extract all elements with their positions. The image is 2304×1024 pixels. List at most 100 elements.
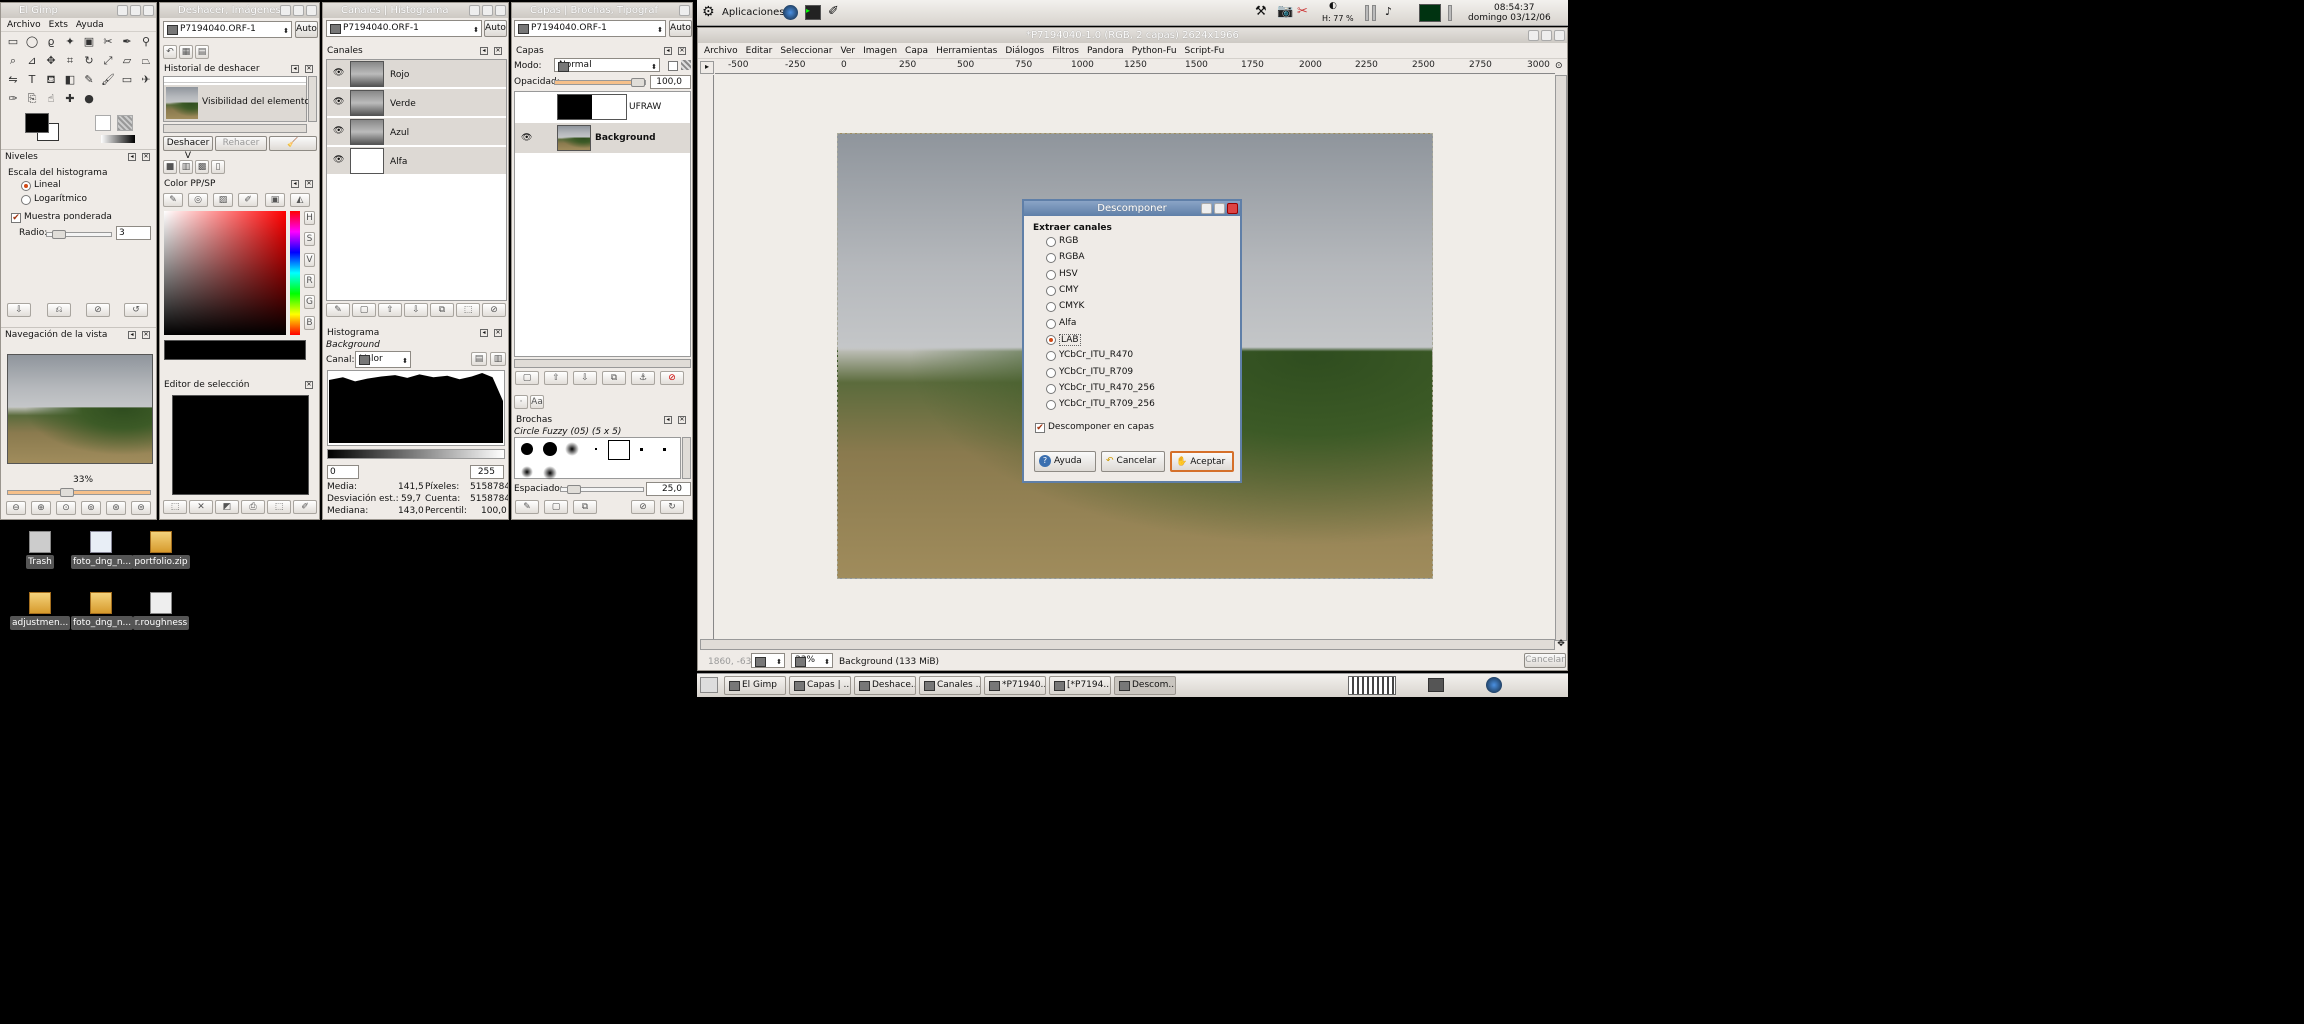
layers-image-select[interactable]: P7194040.ORF-1 ⬍ — [514, 20, 666, 37]
channels-auto-button[interactable]: Auto — [484, 20, 507, 37]
linear-histogram-icon[interactable]: ▤ — [471, 352, 487, 366]
scale-selector-icon[interactable]: ✎ — [163, 193, 183, 207]
channel-h-button[interactable]: H — [304, 211, 315, 225]
tab-images-icon[interactable]: ▦ — [179, 45, 193, 59]
opacity-slider[interactable] — [554, 78, 646, 87]
duplicate-channel-icon[interactable]: ⧉ — [430, 303, 454, 317]
heal-icon[interactable]: ✚ — [62, 91, 78, 107]
panel-menu-icon[interactable]: ◂ — [128, 153, 136, 161]
rotate-icon[interactable]: ↻ — [81, 53, 97, 69]
foot-menu-icon[interactable]: ⚙ — [702, 4, 715, 20]
ok-button[interactable]: ✋ Aceptar — [1170, 451, 1234, 472]
text-icon[interactable]: T — [24, 72, 40, 88]
vertical-scrollbar[interactable] — [1555, 75, 1567, 641]
close-button[interactable] — [679, 5, 690, 16]
undo-button[interactable]: Deshacer V — [163, 136, 213, 161]
task-deshacer[interactable]: Deshace... — [854, 676, 916, 695]
menu-ver[interactable]: Ver — [840, 43, 855, 58]
channels-image-select[interactable]: P7194040.ORF-1 ⬍ — [326, 20, 482, 37]
weighted-checkbox[interactable]: ✔ — [11, 213, 21, 223]
shear-icon[interactable]: ▱ — [119, 53, 135, 69]
flip-icon[interactable]: ⇋ — [5, 72, 21, 88]
edit-brush-icon[interactable]: ✎ — [515, 500, 539, 514]
volume-icon[interactable]: ♪ — [1385, 5, 1392, 18]
maximize-button[interactable] — [130, 5, 141, 16]
option-ycbcr709-radio[interactable] — [1046, 368, 1056, 378]
mode-select[interactable]: Normal ⬍ — [554, 58, 660, 72]
refresh-brush-icon[interactable]: ↻ — [660, 500, 684, 514]
channel-v-button[interactable]: V — [304, 253, 315, 267]
cmyk-selector-icon[interactable]: ▨ — [213, 193, 233, 207]
brush-selected[interactable] — [608, 440, 630, 460]
channel-row[interactable]: 👁 Verde — [327, 89, 506, 117]
minimize-button[interactable] — [117, 5, 128, 16]
menu-herramientas[interactable]: Herramientas — [936, 43, 997, 58]
select-all-icon[interactable]: ⬚ — [163, 500, 187, 514]
panel-close-icon[interactable]: ✕ — [494, 47, 502, 55]
option-cmyk-radio[interactable] — [1046, 302, 1056, 312]
undo-image-select[interactable]: P7194040.ORF-1 ⬍ — [163, 21, 292, 38]
cancel-button[interactable]: ↶ Cancelar — [1101, 451, 1165, 472]
scales-selector-icon[interactable]: ▣ — [265, 193, 285, 207]
eraser-icon[interactable]: ▭ — [119, 72, 135, 88]
show-desktop-icon[interactable] — [700, 677, 718, 693]
zoom-window-icon[interactable]: ⊜ — [131, 501, 151, 515]
zoom-in-icon[interactable]: ⊕ — [31, 501, 51, 515]
image-titlebar[interactable]: *P7194040-1.0 (RGB, 2 capas) 2624x1966 — [698, 28, 1567, 43]
delete-channel-icon[interactable]: ⊘ — [482, 303, 506, 317]
unit-select[interactable]: px ⬍ — [751, 653, 785, 668]
tab-notes-icon[interactable]: ▯ — [211, 160, 225, 174]
spacing-slider[interactable] — [560, 485, 644, 494]
menu-capa[interactable]: Capa — [905, 43, 928, 58]
brush-dot[interactable] — [595, 448, 597, 450]
triangle-selector-icon[interactable]: ◭ — [290, 193, 310, 207]
desktop-icon-archive[interactable]: adjustmen... — [10, 592, 71, 630]
menu-archivo[interactable]: Archivo — [704, 43, 738, 58]
foreground-color-swatch[interactable] — [25, 113, 49, 133]
channel-row[interactable]: 👁 Alfa — [327, 147, 506, 175]
delete-brush-icon[interactable]: ⊘ — [631, 500, 655, 514]
menu-filtros[interactable]: Filtros — [1052, 43, 1079, 58]
tool-icon[interactable]: ⚒ — [1255, 4, 1267, 19]
close-button[interactable] — [1227, 203, 1238, 214]
task-canales[interactable]: Canales ... — [919, 676, 981, 695]
menu-pandora[interactable]: Pandora — [1087, 43, 1124, 58]
brush-fuzzy[interactable] — [543, 466, 557, 480]
restore-icon[interactable]: ⎌ — [47, 303, 71, 317]
pattern-preview[interactable] — [117, 115, 133, 131]
dialog-titlebar[interactable]: Descomponer — [1024, 201, 1240, 216]
panel-menu-icon[interactable]: ◂ — [480, 47, 488, 55]
lower-layer-icon[interactable]: ⇩ — [573, 371, 597, 385]
channels-titlebar[interactable]: Canales | Histograma — [323, 3, 508, 18]
watercolor-selector-icon[interactable]: ✐ — [238, 193, 258, 207]
gradient-preview[interactable] — [101, 135, 135, 143]
option-rgb-radio[interactable] — [1046, 237, 1056, 247]
histogram-min-field[interactable]: 0 — [327, 465, 359, 479]
brush-preview[interactable] — [95, 115, 111, 131]
zoom-out-icon[interactable]: ⊖ — [6, 501, 26, 515]
channel-b-button[interactable]: B — [304, 316, 315, 330]
workspace-switcher[interactable] — [1348, 676, 1396, 695]
clock-date[interactable]: domingo 03/12/06 — [1468, 13, 1551, 23]
layers-hscroll[interactable] — [514, 359, 691, 368]
keep-transparency-checkbox[interactable] — [668, 61, 678, 71]
camera-icon[interactable]: 📷 — [1277, 4, 1293, 19]
horizontal-ruler[interactable]: -500 -250 0 250 500 750 1000 1250 1500 1… — [715, 60, 1555, 74]
tab-patterns-icon[interactable]: ▤ — [195, 45, 209, 59]
menu-editar[interactable]: Editar — [746, 43, 773, 58]
eye-icon[interactable]: 👁 — [333, 98, 345, 107]
menu-archivo[interactable]: Archivo — [7, 18, 41, 31]
toolbox-titlebar[interactable]: El Gimp — [1, 3, 156, 18]
eye-icon[interactable]: 👁 — [333, 156, 345, 165]
maximize-button[interactable] — [293, 5, 304, 16]
scale-icon[interactable]: ⤢ — [100, 53, 116, 69]
eye-icon[interactable]: 👁 — [333, 69, 345, 78]
panel-close-icon[interactable]: ✕ — [305, 381, 313, 389]
menu-exts[interactable]: Exts — [49, 18, 68, 31]
zoom-fit-icon[interactable]: ⊚ — [81, 501, 101, 515]
crop-icon[interactable]: ⌗ — [62, 53, 78, 69]
help-button[interactable]: ? Ayuda — [1034, 451, 1096, 472]
panel-close-icon[interactable]: ✕ — [678, 47, 686, 55]
tab-palette-icon[interactable]: ▥ — [179, 160, 193, 174]
opacity-field[interactable]: 100,0 — [650, 75, 691, 89]
